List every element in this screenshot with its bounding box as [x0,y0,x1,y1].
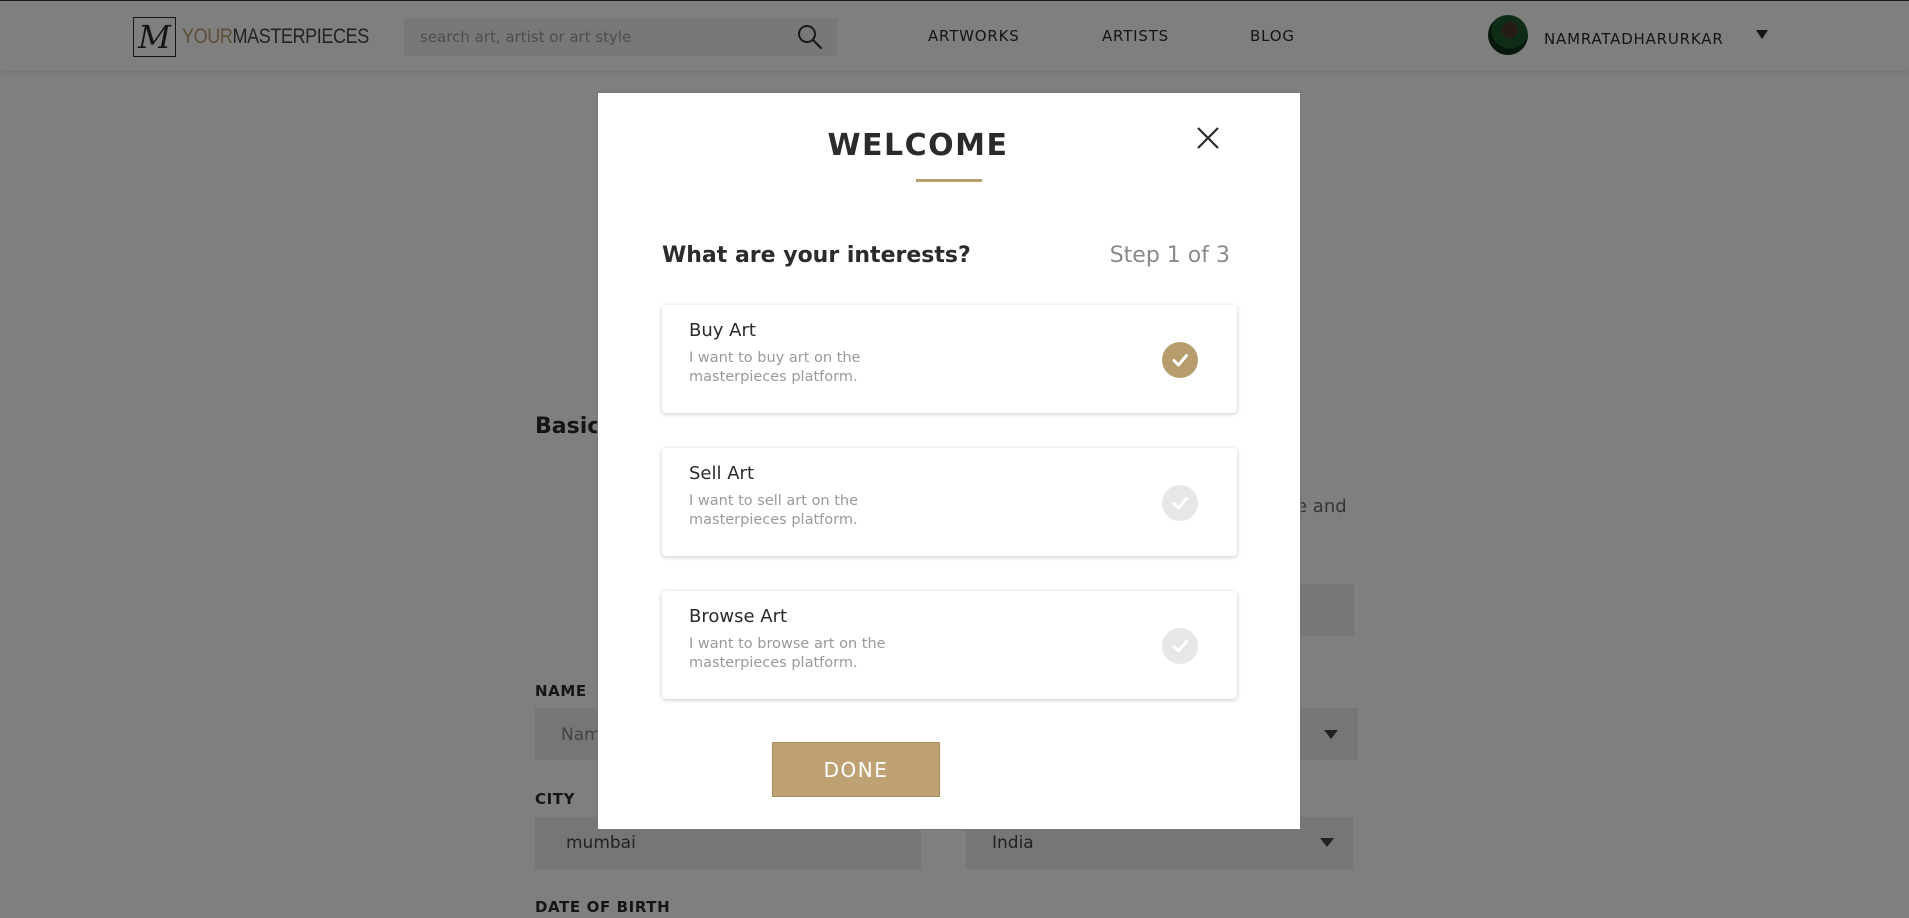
option-browse-art[interactable]: Browse Art I want to browse art on the m… [662,591,1237,699]
option-description: I want to browse art on the masterpieces… [689,636,886,671]
check-circle-icon[interactable] [1162,485,1198,521]
modal-title: WELCOME [827,128,1009,163]
interests-question: What are your interests? [662,243,971,268]
welcome-modal: WELCOME What are your interests? Step 1 … [597,92,1301,830]
option-buy-art[interactable]: Buy Art I want to buy art on the masterp… [662,305,1237,413]
option-description: I want to buy art on the masterpieces pl… [689,350,861,385]
option-title: Buy Art [689,320,756,341]
close-icon[interactable] [1195,125,1221,151]
done-button[interactable]: DONE [772,742,940,797]
option-title: Browse Art [689,606,788,627]
title-underline [916,179,982,182]
check-circle-icon[interactable] [1162,342,1198,378]
option-description: I want to sell art on the masterpieces p… [689,493,859,528]
option-title: Sell Art [689,463,754,484]
option-sell-art[interactable]: Sell Art I want to sell art on the maste… [662,448,1237,556]
step-indicator: Step 1 of 3 [1109,243,1230,268]
check-circle-icon[interactable] [1162,628,1198,664]
